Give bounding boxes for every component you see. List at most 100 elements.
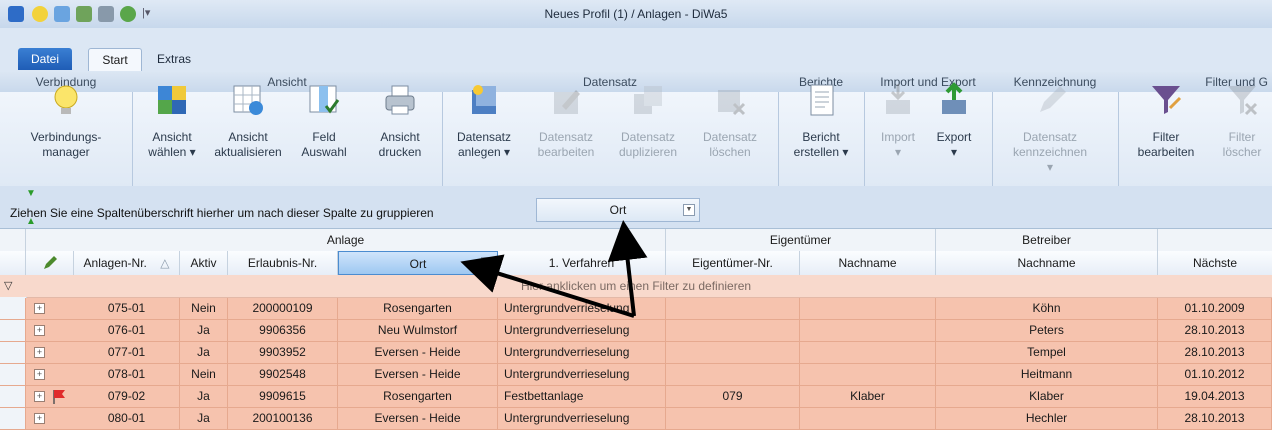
cell-eig-nr[interactable] — [666, 320, 800, 341]
cell-naechste[interactable]: 28.10.2013 — [1158, 408, 1272, 429]
expand-row-icon[interactable]: + — [34, 325, 45, 336]
cell-aktiv[interactable]: Ja — [180, 342, 228, 363]
cell-erlaubnis[interactable]: 9903952 — [228, 342, 338, 363]
table-row[interactable]: +075-01 Nein 200000109 Rosengarten Untergrun… — [0, 298, 1272, 320]
expand-row-icon[interactable]: + — [34, 391, 45, 402]
cell-anlagen-nr[interactable]: 076-01 — [74, 320, 180, 341]
cell-aktiv[interactable]: Nein — [180, 364, 228, 385]
expand-row-icon[interactable]: + — [34, 369, 45, 380]
lightbulb-icon[interactable] — [32, 6, 48, 22]
table-row[interactable]: +077-01 Ja 9903952 Eversen - Heide Untergrun… — [0, 342, 1272, 364]
cell-betr-name[interactable]: Tempel — [936, 342, 1158, 363]
verbindungsmanager-button[interactable]: Verbindungs- manager — [26, 78, 106, 162]
cell-anlagen-nr[interactable]: 080-01 — [74, 408, 180, 429]
cell-erlaubnis[interactable]: 9902548 — [228, 364, 338, 385]
row-selector[interactable] — [0, 364, 26, 385]
table-row[interactable]: +080-01 Ja 200100136 Eversen - Heide Untergr… — [0, 408, 1272, 430]
column-header-betreiber-nachname[interactable]: Nachname — [936, 251, 1158, 275]
cell-eig-name[interactable] — [800, 408, 936, 429]
cell-aktiv[interactable]: Ja — [180, 320, 228, 341]
cell-anlagen-nr[interactable]: 078-01 — [74, 364, 180, 385]
column-header-verfahren[interactable]: 1. Verfahren — [498, 251, 666, 275]
cell-eig-name[interactable] — [800, 364, 936, 385]
cell-anlagen-nr[interactable]: 079-02 — [74, 386, 180, 407]
grid-icon[interactable] — [54, 6, 70, 22]
users-icon[interactable] — [76, 6, 92, 22]
column-header-anlagen-nr[interactable]: Anlagen-Nr. △ — [74, 251, 180, 275]
column-header-erlaubnis-nr[interactable]: Erlaubnis-Nr. — [228, 251, 338, 275]
cell-verfahren[interactable]: Untergrundverrieselung — [498, 408, 666, 429]
filter-bearbeiten-button[interactable]: Filter bearbeiten — [1126, 78, 1206, 162]
cell-naechste[interactable]: 01.10.2012 — [1158, 364, 1272, 385]
filter-dropdown-icon[interactable]: ▼ — [481, 257, 493, 269]
datensatz-kennzeichnen-button[interactable]: Datensatz kennzeichnen ▾ — [1010, 78, 1090, 174]
cell-eig-name[interactable] — [800, 298, 936, 319]
band-anlage[interactable]: Anlage — [26, 229, 666, 251]
datensatz-loeschen-button[interactable]: Datensatz löschen — [690, 78, 770, 162]
cell-anlagen-nr[interactable]: 075-01 — [74, 298, 180, 319]
tab-datei[interactable]: Datei — [18, 48, 72, 70]
band-eigentuemer[interactable]: Eigentümer — [666, 229, 936, 251]
row-selector[interactable] — [0, 298, 26, 319]
datensatz-anlegen-button[interactable]: Datensatz anlegen ▾ — [444, 78, 524, 162]
cell-erlaubnis[interactable]: 200000109 — [228, 298, 338, 319]
row-selector[interactable] — [0, 408, 26, 429]
column-header-eigentuemer-nr[interactable]: Eigentümer-Nr. — [666, 251, 800, 275]
edit-column-header[interactable] — [26, 251, 74, 275]
datensatz-bearbeiten-button[interactable]: Datensatz bearbeiten — [526, 78, 606, 162]
cell-verfahren[interactable]: Untergrundverrieselung — [498, 298, 666, 319]
row-selector[interactable] — [0, 320, 26, 341]
cell-aktiv[interactable]: Nein — [180, 298, 228, 319]
table-row[interactable]: +076-01 Ja 9906356 Neu Wulmstorf Untergrundv… — [0, 320, 1272, 342]
column-header-aktiv[interactable]: Aktiv — [180, 251, 228, 275]
cell-naechste[interactable]: 19.04.2013 — [1158, 386, 1272, 407]
cell-naechste[interactable]: 28.10.2013 — [1158, 342, 1272, 363]
cell-aktiv[interactable]: Ja — [180, 408, 228, 429]
cell-verfahren[interactable]: Untergrundverrieselung — [498, 364, 666, 385]
tab-start[interactable]: Start — [88, 48, 142, 71]
datensatz-duplizieren-button[interactable]: Datensatz duplizieren — [608, 78, 688, 162]
feld-auswahl-button[interactable]: Feld Auswahl — [284, 78, 364, 162]
cell-betr-name[interactable]: Köhn — [936, 298, 1158, 319]
cell-eig-nr[interactable] — [666, 342, 800, 363]
cell-betr-name[interactable]: Heitmann — [936, 364, 1158, 385]
row-selector[interactable] — [0, 386, 26, 407]
shield-icon[interactable] — [120, 6, 136, 22]
ansicht-aktualisieren-button[interactable]: Ansicht aktualisieren — [208, 78, 288, 162]
cell-aktiv[interactable]: Ja — [180, 386, 228, 407]
cell-ort[interactable]: Eversen - Heide — [338, 364, 498, 385]
cell-erlaubnis[interactable]: 9906356 — [228, 320, 338, 341]
cell-ort[interactable]: Eversen - Heide — [338, 408, 498, 429]
cell-eig-nr[interactable] — [666, 408, 800, 429]
cell-eig-nr[interactable] — [666, 364, 800, 385]
cell-verfahren[interactable]: Festbettanlage — [498, 386, 666, 407]
ansicht-drucken-button[interactable]: Ansicht drucken — [360, 78, 440, 162]
column-header-naechste[interactable]: Nächste — [1158, 251, 1272, 275]
camera-icon[interactable] — [98, 6, 114, 22]
table-row[interactable]: +078-01 Nein 9902548 Eversen - Heide Untergr… — [0, 364, 1272, 386]
cell-betr-name[interactable]: Hechler — [936, 408, 1158, 429]
filter-loeschen-button[interactable]: Filter löscher — [1202, 78, 1272, 162]
filter-row[interactable]: ▽ Hier anklicken um einen Filter zu defi… — [0, 275, 1272, 298]
cell-verfahren[interactable]: Untergrundverrieselung — [498, 342, 666, 363]
filter-dropdown-icon[interactable]: ▼ — [683, 204, 695, 216]
grouped-column-header-ort[interactable]: Ort ▼ — [536, 198, 700, 222]
cell-erlaubnis[interactable]: 9909615 — [228, 386, 338, 407]
expand-row-icon[interactable]: + — [34, 413, 45, 424]
cell-eig-name[interactable]: Klaber — [800, 386, 936, 407]
cell-betr-name[interactable]: Klaber — [936, 386, 1158, 407]
cell-eig-name[interactable] — [800, 320, 936, 341]
cell-anlagen-nr[interactable]: 077-01 — [74, 342, 180, 363]
column-header-ort[interactable]: Ort ▼ — [338, 251, 498, 275]
band-betreiber[interactable]: Betreiber — [936, 229, 1158, 251]
ansicht-waehlen-button[interactable]: Ansicht wählen ▾ — [132, 78, 212, 162]
table-row[interactable]: +079-02 Ja 9909615 Rosengarten Festbettanlag… — [0, 386, 1272, 408]
row-selector[interactable] — [0, 342, 26, 363]
expand-row-icon[interactable]: + — [34, 303, 45, 314]
cell-ort[interactable]: Rosengarten — [338, 386, 498, 407]
cell-eig-nr[interactable]: 079 — [666, 386, 800, 407]
cell-betr-name[interactable]: Peters — [936, 320, 1158, 341]
column-header-eigentuemer-nachname[interactable]: Nachname — [800, 251, 936, 275]
cell-ort[interactable]: Neu Wulmstorf — [338, 320, 498, 341]
cell-naechste[interactable]: 28.10.2013 — [1158, 320, 1272, 341]
